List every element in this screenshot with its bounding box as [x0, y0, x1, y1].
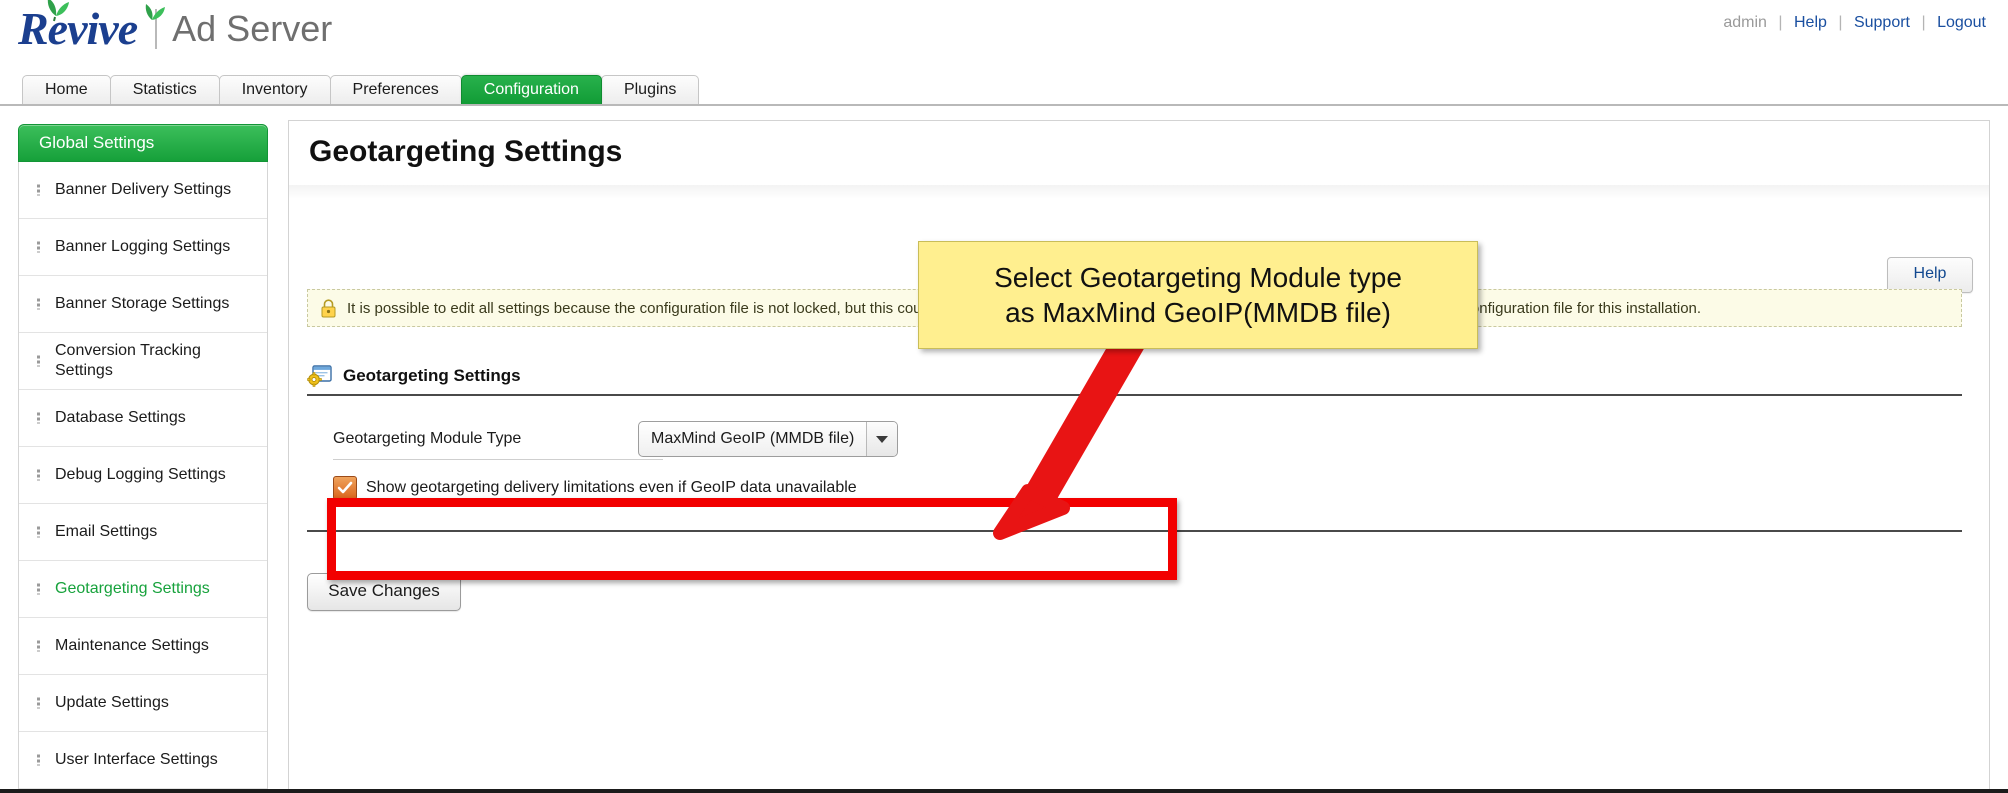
content-panel: Geotargeting Settings Help It is possibl…	[288, 120, 1990, 793]
brand-name-text: Revive	[18, 3, 137, 54]
show-limitations-label: Show geotargeting delivery limitations e…	[366, 479, 857, 497]
tab-configuration[interactable]: Configuration	[461, 75, 602, 104]
sidebar-item-label: Conversion Tracking Settings	[55, 341, 257, 381]
sidebar-item-database-settings[interactable]: Database Settings	[19, 390, 267, 447]
leaf-icon-right	[140, 2, 170, 26]
field-underline	[333, 459, 663, 460]
brand-name: Revive	[18, 6, 137, 52]
top-utility-nav: admin | Help | Support | Logout	[1723, 14, 1986, 32]
checkbox-checked-icon[interactable]	[333, 476, 357, 500]
chevron-down-icon[interactable]	[866, 422, 897, 456]
module-type-select[interactable]: MaxMind GeoIP (MMDB file)	[638, 421, 898, 457]
sidebar-item-label: Update Settings	[55, 693, 169, 713]
sidebar-item-user-interface-settings[interactable]: User Interface Settings	[19, 732, 267, 789]
section-header-label: Geotargeting Settings	[343, 366, 521, 386]
sidebar-item-label: Maintenance Settings	[55, 636, 209, 656]
section-divider-top	[307, 394, 1962, 396]
sidebar-item-geotargeting-settings[interactable]: Geotargeting Settings	[19, 561, 267, 618]
notice-text: It is possible to edit all settings beca…	[347, 300, 1701, 317]
tab-list: Home Statistics Inventory Preferences Co…	[22, 72, 698, 104]
sidebar-item-banner-storage-settings[interactable]: Banner Storage Settings	[19, 276, 267, 333]
bullet-icon	[37, 299, 40, 310]
app-window: Revive Ad Server admin | Help | Support …	[0, 0, 2008, 793]
tab-plugins[interactable]: Plugins	[601, 75, 699, 104]
nav-separator: |	[1921, 14, 1925, 31]
sidebar-item-email-settings[interactable]: Email Settings	[19, 504, 267, 561]
sidebar: Global Settings Banner Delivery Settings…	[18, 124, 268, 793]
lock-icon	[320, 299, 337, 318]
bullet-icon	[37, 698, 40, 709]
sidebar-item-label: Email Settings	[55, 522, 157, 542]
bullet-icon	[37, 527, 40, 538]
product-name: Ad Server	[172, 11, 332, 47]
page-title: Geotargeting Settings	[309, 135, 622, 169]
geotargeting-module-type-row: Geotargeting Module Type MaxMind GeoIP (…	[333, 413, 1603, 465]
bullet-icon	[37, 185, 40, 196]
nav-separator: |	[1778, 14, 1782, 31]
window-gear-icon	[307, 364, 333, 388]
help-link[interactable]: Help	[1794, 14, 1827, 31]
save-changes-button[interactable]: Save Changes	[307, 573, 461, 611]
module-type-label: Geotargeting Module Type	[333, 430, 638, 448]
brand-logo[interactable]: Revive Ad Server	[18, 6, 332, 52]
bullet-icon	[37, 242, 40, 253]
sidebar-item-banner-logging-settings[interactable]: Banner Logging Settings	[19, 219, 267, 276]
sidebar-item-list: Banner Delivery Settings Banner Logging …	[18, 162, 268, 793]
checkmark-icon	[337, 481, 353, 495]
section-divider-bottom	[307, 530, 1962, 532]
bullet-icon	[37, 755, 40, 766]
support-link[interactable]: Support	[1854, 14, 1910, 31]
current-user-label: admin	[1723, 14, 1767, 31]
tab-home[interactable]: Home	[22, 75, 111, 104]
sidebar-item-debug-logging-settings[interactable]: Debug Logging Settings	[19, 447, 267, 504]
module-type-selected-value: MaxMind GeoIP (MMDB file)	[639, 422, 866, 456]
bullet-icon	[37, 413, 40, 424]
bullet-icon	[37, 356, 40, 367]
sidebar-item-label: Database Settings	[55, 408, 186, 428]
logout-link[interactable]: Logout	[1937, 14, 1986, 31]
sidebar-item-update-settings[interactable]: Update Settings	[19, 675, 267, 732]
screenshot-border-bottom	[0, 789, 2008, 793]
leaf-icon-left	[42, 0, 76, 22]
sidebar-item-label: Banner Storage Settings	[55, 294, 229, 314]
sidebar-item-banner-delivery-settings[interactable]: Banner Delivery Settings	[19, 162, 267, 219]
title-shade	[289, 185, 1989, 199]
nav-separator: |	[1838, 14, 1842, 31]
sidebar-item-maintenance-settings[interactable]: Maintenance Settings	[19, 618, 267, 675]
primary-tabbar: Home Statistics Inventory Preferences Co…	[0, 72, 2008, 106]
sidebar-item-label: Geotargeting Settings	[55, 579, 210, 599]
sidebar-item-label: Banner Logging Settings	[55, 237, 230, 257]
masthead: Revive Ad Server admin | Help | Support …	[0, 0, 2008, 76]
bullet-icon	[37, 470, 40, 481]
sidebar-item-conversion-tracking-settings[interactable]: Conversion Tracking Settings	[19, 333, 267, 390]
help-button[interactable]: Help	[1887, 257, 1973, 293]
page-title-bar: Geotargeting Settings	[289, 121, 1989, 186]
sidebar-item-label: Banner Delivery Settings	[55, 180, 231, 200]
sidebar-item-label: User Interface Settings	[55, 750, 218, 770]
tab-preferences[interactable]: Preferences	[330, 75, 462, 104]
tab-inventory[interactable]: Inventory	[219, 75, 331, 104]
show-limitations-checkbox-row[interactable]: Show geotargeting delivery limitations e…	[333, 476, 857, 500]
section-header-geotargeting: Geotargeting Settings	[307, 364, 1962, 388]
sidebar-header-global-settings[interactable]: Global Settings	[18, 124, 268, 162]
sidebar-item-label: Debug Logging Settings	[55, 465, 226, 485]
configuration-lock-notice: It is possible to edit all settings beca…	[307, 289, 1962, 327]
bullet-icon	[37, 584, 40, 595]
bullet-icon	[37, 641, 40, 652]
tab-statistics[interactable]: Statistics	[110, 75, 220, 104]
